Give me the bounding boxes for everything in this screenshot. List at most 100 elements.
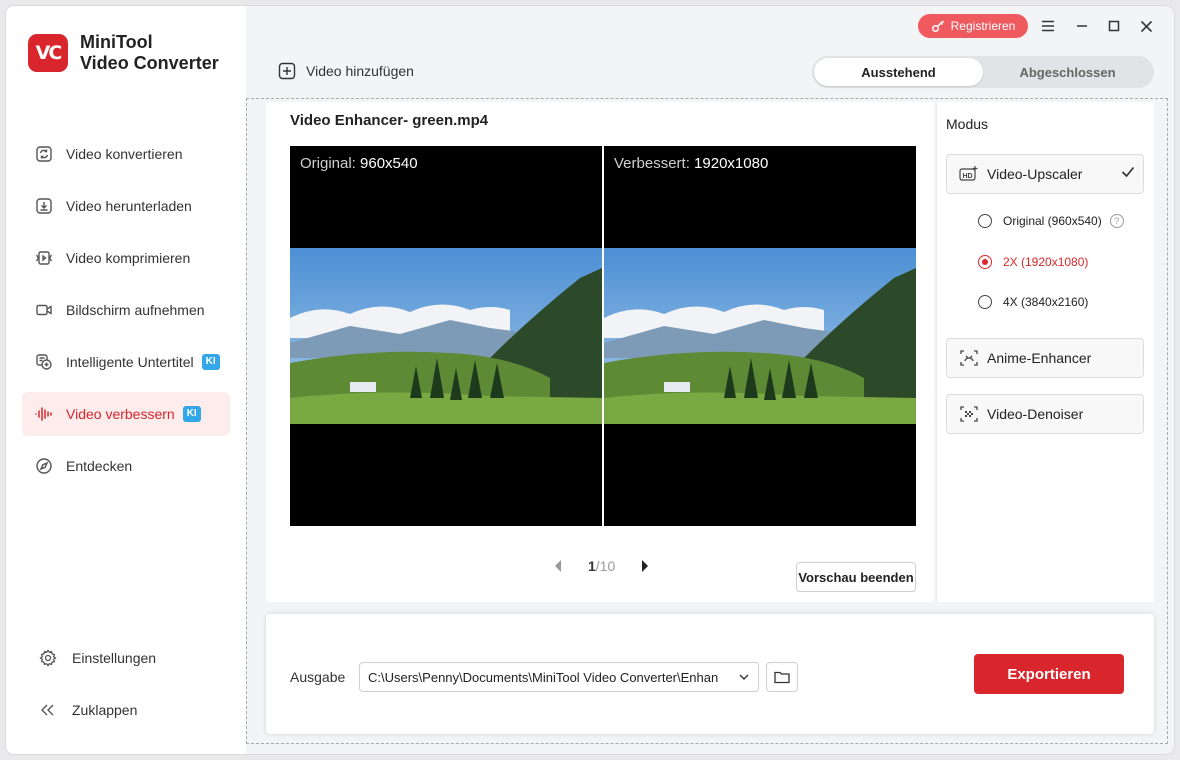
menu-button[interactable] — [1038, 16, 1058, 36]
sidebar: VC MiniTool Video Converter Video konver… — [6, 6, 246, 754]
option-2x[interactable]: 2X (1920x1080) — [978, 255, 1088, 269]
ai-badge: KI — [182, 406, 201, 422]
upscaler-label: Video-Upscaler — [987, 166, 1083, 182]
convert-icon — [34, 144, 54, 164]
radio-2x[interactable] — [978, 255, 992, 269]
original-resolution: 960x540 — [360, 155, 418, 172]
app-window: VC MiniTool Video Converter Video konver… — [6, 6, 1174, 754]
browse-folder-button[interactable] — [766, 662, 798, 692]
settings-label: Einstellungen — [72, 650, 157, 666]
enhanced-video: Verbessert: 1920x1080 — [604, 146, 916, 526]
denoise-icon — [959, 405, 979, 423]
add-video-label: Video hinzufügen — [306, 63, 414, 79]
register-button[interactable]: Registrieren — [918, 14, 1028, 38]
sidebar-nav: Video konvertieren Video herunterladen V… — [22, 132, 230, 496]
maximize-button[interactable] — [1104, 16, 1124, 36]
original-video: Original: 960x540 — [290, 146, 602, 526]
denoiser-option[interactable]: Video-Denoiser — [946, 394, 1144, 434]
caret-right-icon — [641, 560, 649, 572]
compress-icon — [34, 248, 54, 268]
original-resolution-label: Original: 960x540 — [300, 155, 418, 172]
checkmark-icon — [1121, 166, 1135, 178]
option-original[interactable]: Original (960x540) ? — [978, 214, 1124, 228]
hd-icon: HD — [959, 165, 979, 183]
option-original-label: Original (960x540) — [1003, 214, 1102, 228]
sidebar-item-compress[interactable]: Video komprimieren — [22, 236, 230, 280]
prev-page-button[interactable] — [546, 556, 570, 576]
settings-button[interactable]: Einstellungen — [28, 636, 228, 680]
logo-icon: VC — [28, 34, 68, 72]
app-name-line2: Video Converter — [80, 53, 219, 73]
option-4x-label: 4X (3840x2160) — [1003, 295, 1089, 309]
app-logo: VC MiniTool Video Converter — [28, 32, 219, 74]
sidebar-item-label: Intelligente Untertitel — [66, 354, 194, 370]
sidebar-item-label: Bildschirm aufnehmen — [66, 302, 205, 318]
mode-title: Modus — [946, 116, 989, 132]
subtitle-icon — [34, 352, 54, 372]
sidebar-item-convert[interactable]: Video konvertieren — [22, 132, 230, 176]
gear-icon — [38, 648, 58, 668]
landscape-image — [604, 248, 916, 424]
sidebar-item-label: Video konvertieren — [66, 146, 183, 162]
sidebar-item-discover[interactable]: Entdecken — [22, 444, 230, 488]
landscape-image — [290, 248, 602, 424]
record-icon — [34, 300, 54, 320]
denoiser-label: Video-Denoiser — [987, 406, 1084, 422]
collapse-button[interactable]: Zuklappen — [28, 688, 228, 732]
export-button[interactable]: Exportieren — [974, 654, 1124, 694]
stop-preview-button[interactable]: Vorschau beenden — [796, 562, 916, 592]
sidebar-item-enhance[interactable]: Video verbessern KI — [22, 392, 230, 436]
sidebar-item-label: Entdecken — [66, 458, 133, 474]
page-indicator: 1/10 — [588, 558, 615, 574]
video-upscaler-option[interactable]: HD Video-Upscaler — [946, 154, 1144, 194]
radio-4x[interactable] — [978, 295, 992, 309]
page-current: 1 — [588, 558, 596, 574]
enhance-icon — [34, 404, 54, 424]
ai-badge: KI — [201, 354, 220, 370]
chevron-down-icon — [738, 671, 750, 683]
output-path: C:\Users\Penny\Documents\MiniTool Video … — [368, 669, 719, 685]
anime-enhancer-option[interactable]: Anime-Enhancer — [946, 338, 1144, 378]
sidebar-item-download[interactable]: Video herunterladen — [22, 184, 230, 228]
anime-icon — [959, 349, 979, 367]
sidebar-item-label: Video verbessern — [66, 406, 175, 422]
close-button[interactable] — [1136, 16, 1156, 36]
add-video-button[interactable]: Video hinzufügen — [278, 62, 414, 80]
pager: 1/10 — [546, 556, 657, 576]
app-name-line1: MiniTool — [80, 32, 153, 52]
sidebar-item-label: Video komprimieren — [66, 250, 191, 266]
anime-label: Anime-Enhancer — [987, 350, 1092, 366]
enhanced-resolution: 1920x1080 — [694, 155, 769, 172]
video-title: Video Enhancer- green.mp4 — [290, 112, 489, 129]
add-icon — [278, 62, 296, 80]
enhanced-resolution-label: Verbessert: 1920x1080 — [614, 155, 769, 172]
radio-original[interactable] — [978, 214, 992, 228]
close-icon — [1140, 20, 1153, 33]
tab-completed[interactable]: Abgeschlossen — [983, 58, 1152, 86]
sidebar-item-record[interactable]: Bildschirm aufnehmen — [22, 288, 230, 332]
download-icon — [34, 196, 54, 216]
folder-icon — [774, 670, 790, 684]
output-label: Ausgabe — [290, 669, 346, 685]
option-2x-label: 2X (1920x1080) — [1003, 255, 1089, 269]
menu-icon — [1041, 20, 1055, 32]
sidebar-bottom: Einstellungen Zuklappen — [28, 636, 228, 740]
register-label: Registrieren — [950, 19, 1016, 33]
maximize-icon — [1108, 20, 1120, 32]
sidebar-item-subtitles[interactable]: Intelligente Untertitel KI — [22, 340, 230, 384]
minimize-button[interactable] — [1072, 16, 1092, 36]
output-path-select[interactable]: C:\Users\Penny\Documents\MiniTool Video … — [359, 662, 759, 692]
svg-text:HD: HD — [963, 173, 973, 180]
sidebar-item-label: Video herunterladen — [66, 198, 192, 214]
collapse-icon — [38, 700, 58, 720]
collapse-label: Zuklappen — [72, 702, 138, 718]
status-tabs: Ausstehend Abgeschlossen — [812, 56, 1154, 88]
tab-pending[interactable]: Ausstehend — [814, 58, 983, 86]
discover-icon — [34, 456, 54, 476]
page-total: /10 — [595, 558, 616, 574]
option-4x[interactable]: 4X (3840x2160) — [978, 295, 1088, 309]
minimize-icon — [1076, 20, 1088, 32]
next-page-button[interactable] — [633, 556, 657, 576]
help-icon[interactable]: ? — [1109, 214, 1124, 228]
key-icon — [931, 19, 945, 33]
